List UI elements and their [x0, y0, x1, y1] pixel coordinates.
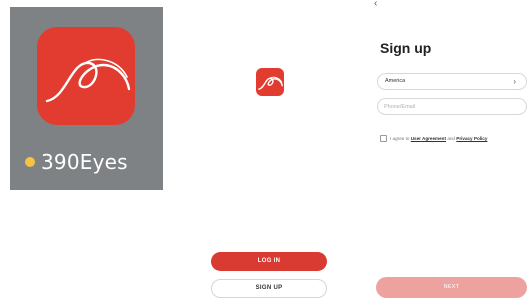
phone-email-input[interactable]	[384, 99, 514, 114]
phone-email-field[interactable]	[377, 98, 527, 115]
agree-and: and	[447, 135, 455, 141]
country-value: America	[385, 78, 406, 84]
chevron-right-icon: ›	[513, 77, 516, 86]
agree-prefix: I agree to	[390, 135, 410, 141]
country-select[interactable]: America ›	[377, 73, 527, 90]
privacy-policy-link[interactable]: Privacy Policy	[456, 136, 487, 141]
login-button[interactable]: LOG IN	[211, 252, 327, 271]
user-agreement-link[interactable]: User Agreement	[411, 136, 446, 141]
page-title: Sign up	[380, 40, 432, 56]
agree-checkbox[interactable]	[380, 134, 387, 142]
agreement-text: I agree to User Agreement and Privacy Po…	[390, 136, 487, 141]
app-icon-tile: 390Eyes	[10, 7, 163, 190]
app-name: 390Eyes	[41, 150, 128, 174]
signup-button[interactable]: SIGN UP	[211, 279, 327, 298]
390eyes-logo-icon	[256, 68, 284, 96]
agreement-row: I agree to User Agreement and Privacy Po…	[380, 134, 487, 142]
app-name-row: 390Eyes	[25, 150, 128, 174]
status-dot	[25, 157, 35, 167]
390eyes-logo-icon	[37, 27, 135, 125]
next-button[interactable]: NEXT	[376, 277, 527, 298]
chevron-left-icon[interactable]: ‹	[374, 0, 384, 10]
